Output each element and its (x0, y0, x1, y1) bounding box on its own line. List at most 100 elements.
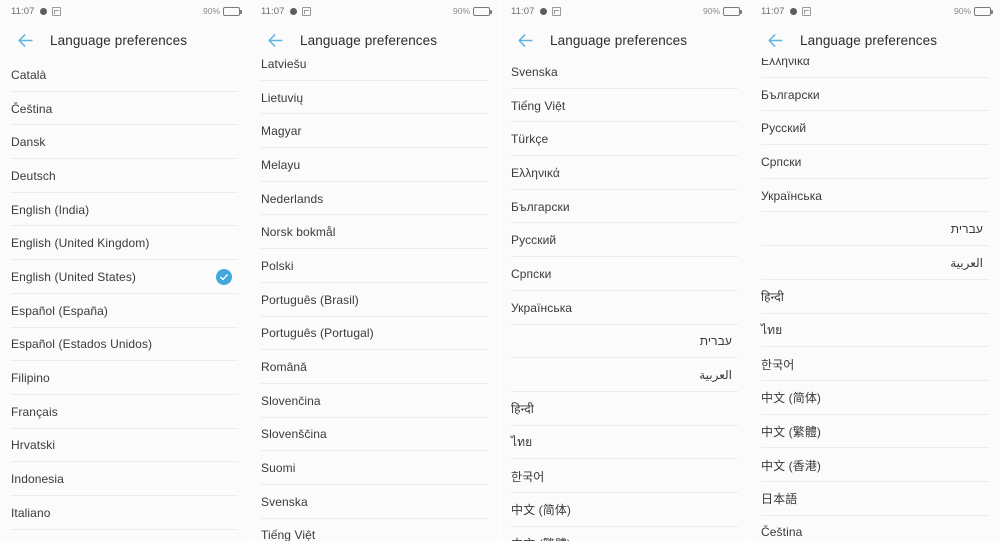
language-list-item[interactable]: 日本語 (750, 482, 1000, 516)
battery-percent-label: 90% (202, 6, 220, 16)
language-list-item-label: Русский (511, 233, 557, 248)
language-list-item[interactable]: Ελληνικά (500, 156, 749, 190)
language-list-item[interactable]: Latviešu (250, 58, 499, 81)
dot-indicator-icon (289, 7, 297, 15)
status-bar-right: 90% (452, 6, 492, 16)
dot-indicator-icon (539, 7, 547, 15)
language-list-item[interactable]: 中文 (繁體) (500, 527, 749, 541)
language-list-item-label: Українська (511, 300, 573, 315)
language-list-item[interactable]: Čeština (750, 516, 1000, 541)
language-list-item[interactable]: العربية (500, 358, 749, 392)
language-list-item-label: Deutsch (11, 168, 56, 183)
language-list-item[interactable]: Română (250, 350, 499, 384)
language-list-item[interactable]: Català (0, 58, 249, 92)
language-list-item-label: 中文 (繁體) (761, 424, 822, 439)
language-list-item[interactable]: Deutsch (0, 159, 249, 193)
language-list-item[interactable]: Українська (750, 179, 1000, 213)
language-list-item[interactable]: English (United States) (0, 260, 249, 294)
language-list-item[interactable]: Српски (750, 145, 1000, 179)
language-list-item[interactable]: हिन्दी (500, 392, 749, 426)
language-list-item[interactable]: Dansk (0, 125, 249, 159)
dot-indicator-icon (789, 7, 797, 15)
language-list-item[interactable]: Suomi (250, 451, 499, 485)
language-list-item-label: Čeština (11, 101, 53, 116)
language-list-item[interactable]: ไทย (500, 426, 749, 460)
language-list-item[interactable]: Magyar (250, 114, 499, 148)
language-list-item[interactable]: Filipino (0, 361, 249, 395)
language-list-item[interactable]: 中文 (繁體) (750, 415, 1000, 449)
screenshot-icon (801, 6, 811, 16)
back-arrow-icon[interactable] (263, 28, 287, 52)
language-list-item[interactable]: Svenska (500, 58, 749, 89)
language-list-item[interactable]: Português (Brasil) (250, 283, 499, 317)
language-list: Català Čeština Dansk Deutsch English (India)… (0, 58, 249, 541)
language-list-item[interactable]: Ελληνικά (750, 58, 1000, 78)
language-list-item[interactable]: Norsk bokmål (250, 215, 499, 249)
language-list-item[interactable]: 中文 (香港) (750, 448, 1000, 482)
language-list-item[interactable]: Português (Portugal) (250, 317, 499, 351)
language-list-item[interactable]: 中文 (简体) (500, 493, 749, 527)
language-list-item[interactable]: Русский (750, 111, 1000, 145)
language-list-item[interactable]: 한국어 (750, 347, 1000, 381)
language-list-item[interactable]: Français (0, 395, 249, 429)
language-list-item[interactable]: Hrvatski (0, 429, 249, 463)
back-arrow-icon[interactable] (13, 28, 37, 52)
language-list-item-label: العربية (699, 368, 732, 383)
language-list-viewport[interactable]: Svenska Tiếng Việt Türkçe Ελληνικά Български… (500, 58, 749, 541)
language-list-item[interactable]: Српски (500, 257, 749, 291)
battery-percent-label: 90% (702, 6, 720, 16)
language-list-item-label: English (United Kingdom) (11, 236, 150, 251)
language-list-item-label: Türkçe (511, 132, 549, 147)
language-list-item-label: Svenska (511, 64, 558, 79)
language-list-item[interactable]: हिन्दी (750, 280, 1000, 314)
language-list-item[interactable]: English (India) (0, 193, 249, 227)
language-list-item[interactable]: Español (Estados Unidos) (0, 328, 249, 362)
language-list-item-label: Français (11, 404, 58, 419)
language-list-item[interactable]: Svenska (250, 485, 499, 519)
language-list-item[interactable]: Lietuvių (250, 81, 499, 115)
language-list-item-label: Čeština (761, 525, 803, 540)
language-list-item[interactable]: Türkçe (500, 122, 749, 156)
back-arrow-icon[interactable] (763, 28, 787, 52)
language-list-item-label: ไทย (761, 322, 783, 337)
language-list-viewport[interactable]: Ελληνικά Български Русский Српски Українська… (750, 58, 1000, 541)
language-list-item[interactable]: Slovenščina (250, 418, 499, 452)
language-list-item[interactable]: Русский (500, 223, 749, 257)
language-list-item[interactable]: English (United Kingdom) (0, 226, 249, 260)
language-list-item[interactable]: Polski (250, 249, 499, 283)
language-list-item[interactable]: Čeština (0, 92, 249, 126)
language-list-item[interactable]: Melayu (250, 148, 499, 182)
language-list-viewport[interactable]: Català Čeština Dansk Deutsch English (India)… (0, 58, 249, 541)
language-list-item[interactable]: Nederlands (250, 182, 499, 216)
language-list-item-label: Latviešu (261, 58, 307, 71)
page-title: Language preferences (300, 32, 438, 48)
language-list-item-label: 中文 (简体) (511, 503, 572, 518)
language-list-item-label: 中文 (香港) (761, 458, 822, 473)
language-list-item[interactable]: Italiano (0, 496, 249, 530)
back-arrow-icon[interactable] (513, 28, 537, 52)
language-list-item[interactable]: Indonesia (0, 462, 249, 496)
status-bar-left: 11:07 (511, 6, 561, 17)
page-title: Language preferences (800, 32, 938, 48)
language-list-item[interactable]: Español (España) (0, 294, 249, 328)
language-list-item[interactable]: עברית (500, 325, 749, 359)
language-list-item[interactable]: Українська (500, 291, 749, 325)
language-list-item[interactable]: Български (750, 78, 1000, 112)
language-list-item[interactable]: Tiếng Việt (500, 89, 749, 123)
language-list-item-label: ไทย (511, 434, 533, 449)
language-list-item-label: 日本語 (761, 492, 798, 507)
language-list-item[interactable]: العربية (750, 246, 1000, 280)
status-bar-clock: 11:07 (761, 5, 785, 17)
language-list-viewport[interactable]: Latviešu Lietuvių Magyar Melayu Nederlands No… (250, 58, 499, 541)
language-list-item[interactable]: Български (500, 190, 749, 224)
language-list-item[interactable]: Tiếng Việt (250, 519, 499, 541)
language-list-item[interactable]: ไทย (750, 314, 1000, 348)
language-list-item[interactable]: Latviešu (0, 530, 249, 541)
battery-percent-label: 90% (452, 6, 470, 16)
language-list-item[interactable]: Slovenčina (250, 384, 499, 418)
language-list-item[interactable]: 中文 (简体) (750, 381, 1000, 415)
language-list-item-label: Hrvatski (11, 438, 56, 453)
battery-icon (974, 6, 993, 16)
language-list-item[interactable]: עברית (750, 212, 1000, 246)
language-list-item[interactable]: 한국어 (500, 459, 749, 493)
